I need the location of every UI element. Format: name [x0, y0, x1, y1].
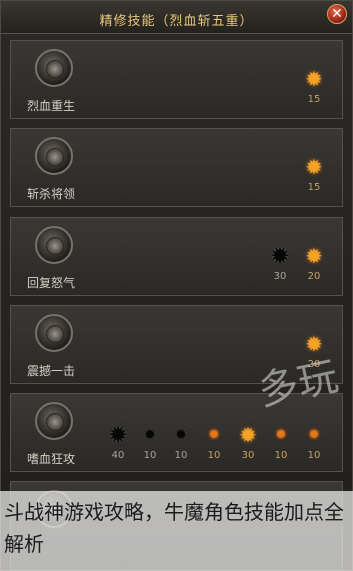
star-gem-icon: ✹ [305, 244, 323, 268]
star-gem-icon: ✹ [305, 332, 323, 356]
skill-node[interactable]: ✹ 40 [105, 423, 131, 467]
skill-icon[interactable] [35, 314, 73, 352]
node-cost: 10 [143, 450, 157, 461]
skill-node[interactable]: ✹ 30 [267, 244, 293, 288]
node-cost: 10 [207, 450, 221, 461]
node-cost: 15 [307, 94, 321, 105]
star-gem-icon: ✹ [208, 427, 220, 443]
node-cost: 10 [174, 450, 188, 461]
dark-gem-icon: ✹ [269, 242, 291, 270]
panel-header: 精修技能（烈血斩五重） ✕ [1, 1, 352, 34]
dark-gem-icon: ✹ [143, 425, 157, 444]
dark-gem-icon: ✹ [107, 421, 129, 449]
skill-icon[interactable] [35, 49, 73, 87]
skill-node[interactable]: ✹ 15 [301, 67, 327, 111]
skill-row-1: 斩杀将领 ✹ 15 [10, 128, 343, 207]
node-cost: 30 [273, 271, 287, 282]
node-cost: 40 [111, 450, 125, 461]
skill-name: 震撼一击 [27, 364, 76, 378]
skill-node[interactable]: ✹ 20 [301, 244, 327, 288]
skill-node[interactable]: ✹ 10 [168, 423, 194, 467]
skill-row-2: 回复怒气 ✹ 30 ✹ 20 [10, 217, 343, 296]
skill-node[interactable]: ✹ 30 [235, 423, 261, 467]
dark-gem-icon: ✹ [174, 425, 188, 444]
star-gem-icon: ✹ [305, 155, 323, 179]
skill-node[interactable]: ✹ 10 [201, 423, 227, 467]
skill-node[interactable]: ✹ 15 [301, 155, 327, 199]
node-cost: 30 [241, 450, 255, 461]
skill-icon[interactable] [35, 226, 73, 264]
skill-name: 烈血重生 [27, 99, 76, 113]
skill-name: 回复怒气 [27, 276, 76, 290]
star-gem-icon: ✹ [305, 67, 323, 91]
skill-node[interactable]: ✹ 10 [137, 423, 163, 467]
caption-text: 斗战神游戏攻略，牛魔角色技能加点全解析 [4, 500, 344, 556]
skill-row-0: 烈血重生 ✹ 15 [10, 40, 343, 119]
node-cost: 20 [307, 271, 321, 282]
skill-icon[interactable] [35, 402, 73, 440]
caption-banner: 斗战神游戏攻略，牛魔角色技能加点全解析 [0, 491, 353, 571]
node-cost: 15 [307, 182, 321, 193]
star-gem-icon: ✹ [239, 423, 257, 447]
skill-icon[interactable] [35, 137, 73, 175]
skill-name: 斩杀将领 [27, 187, 76, 201]
close-icon[interactable]: ✕ [327, 4, 347, 24]
panel-title: 精修技能（烈血斩五重） [99, 14, 254, 29]
skill-name: 嗜血狂攻 [27, 452, 76, 466]
